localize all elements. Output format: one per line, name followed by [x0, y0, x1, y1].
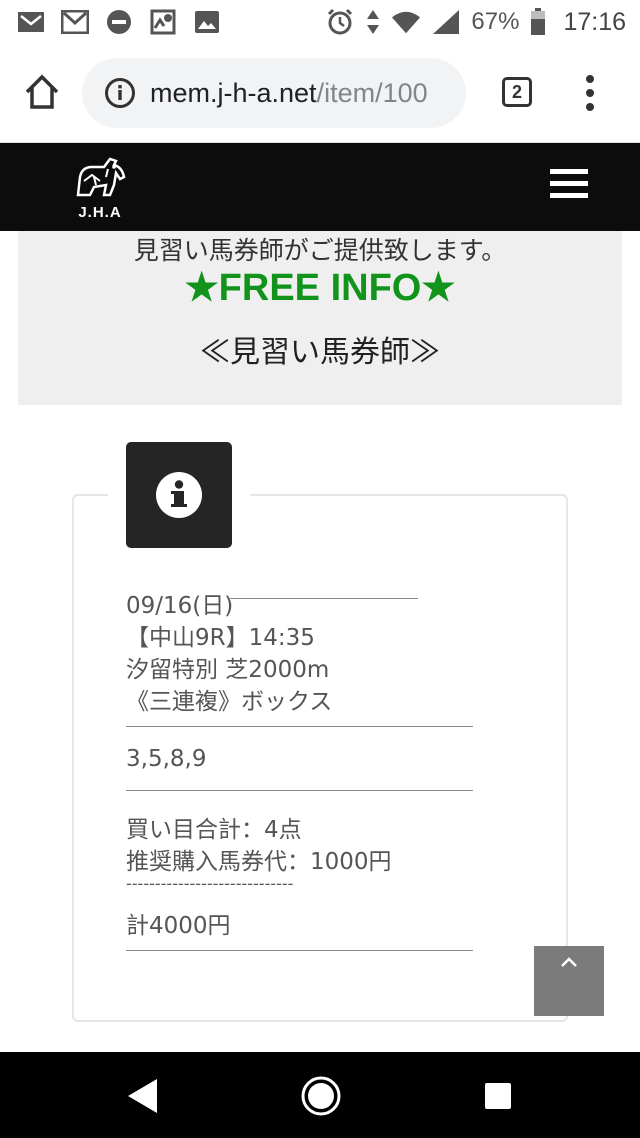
- date-divider: [230, 598, 418, 599]
- dashed-separator: -----------------------------: [126, 874, 294, 893]
- promo-text: 見習い馬券師がご提供致します。: [133, 236, 507, 265]
- horse-numbers: 3,5,8,9: [126, 746, 207, 772]
- alarm-icon: [325, 8, 355, 36]
- logo-text: J.H.A: [78, 204, 122, 221]
- chevron-up-icon: [561, 957, 577, 967]
- url-path: /item/100: [316, 77, 428, 108]
- info-badge: [126, 442, 232, 548]
- menu-icon[interactable]: [550, 169, 588, 205]
- home-circle-icon[interactable]: [300, 1075, 342, 1117]
- race-date: 09/16(日): [126, 593, 234, 619]
- back-to-top-button[interactable]: [534, 946, 604, 1016]
- race-venue-time: 【中山9R】14:35: [126, 625, 315, 651]
- url-text[interactable]: mem.j-h-a.net/item/100: [150, 78, 428, 109]
- bet-type: 《三連複》ボックス: [126, 689, 333, 715]
- battery-icon: [529, 8, 547, 36]
- clock: 17:16: [563, 7, 626, 36]
- info-icon: [156, 472, 202, 518]
- data-arrows-icon: [365, 8, 381, 36]
- system-nav-bar: [0, 1052, 640, 1138]
- missed-call-icon: [16, 8, 46, 36]
- back-icon[interactable]: [124, 1076, 164, 1116]
- more-options-icon[interactable]: [582, 74, 598, 112]
- race-name: 汐留特別 芝2000m: [126, 657, 330, 683]
- recents-icon[interactable]: [483, 1081, 513, 1111]
- site-header: J.H.A: [0, 143, 640, 231]
- address-bar[interactable]: mem.j-h-a.net/item/100: [82, 58, 466, 128]
- provider-name: ≪見習い馬券師≫: [200, 335, 440, 370]
- promo-banner: 見習い馬券師がご提供致します。 ★FREE INFO★ ≪見習い馬券師≫: [18, 231, 622, 405]
- location-icon: [148, 8, 178, 36]
- recommended-price: 推奨購入馬券代：1000円: [126, 849, 392, 875]
- dnd-icon: [104, 8, 134, 36]
- horse-logo-icon: [76, 157, 126, 197]
- battery-percent: 67%: [471, 8, 520, 35]
- signal-icon: [431, 8, 461, 36]
- home-icon[interactable]: [22, 72, 62, 112]
- image-icon: [192, 8, 222, 36]
- combo-total: 買い目合計：4点: [126, 817, 302, 843]
- divider: [126, 790, 473, 791]
- site-logo[interactable]: J.H.A: [70, 155, 130, 221]
- wifi-icon: [391, 8, 421, 36]
- free-info-heading: ★FREE INFO★: [184, 267, 456, 309]
- divider: [126, 950, 473, 951]
- url-host: mem.j-h-a.net: [150, 77, 317, 108]
- info-icon[interactable]: [104, 77, 136, 109]
- gmail-icon: [60, 8, 90, 36]
- status-bar: 67% 17:16: [0, 0, 640, 44]
- divider: [126, 726, 473, 727]
- tab-switcher-button[interactable]: 2: [502, 77, 532, 107]
- total-price: 計4000円: [126, 913, 231, 939]
- browser-toolbar: mem.j-h-a.net/item/100 2: [0, 44, 640, 143]
